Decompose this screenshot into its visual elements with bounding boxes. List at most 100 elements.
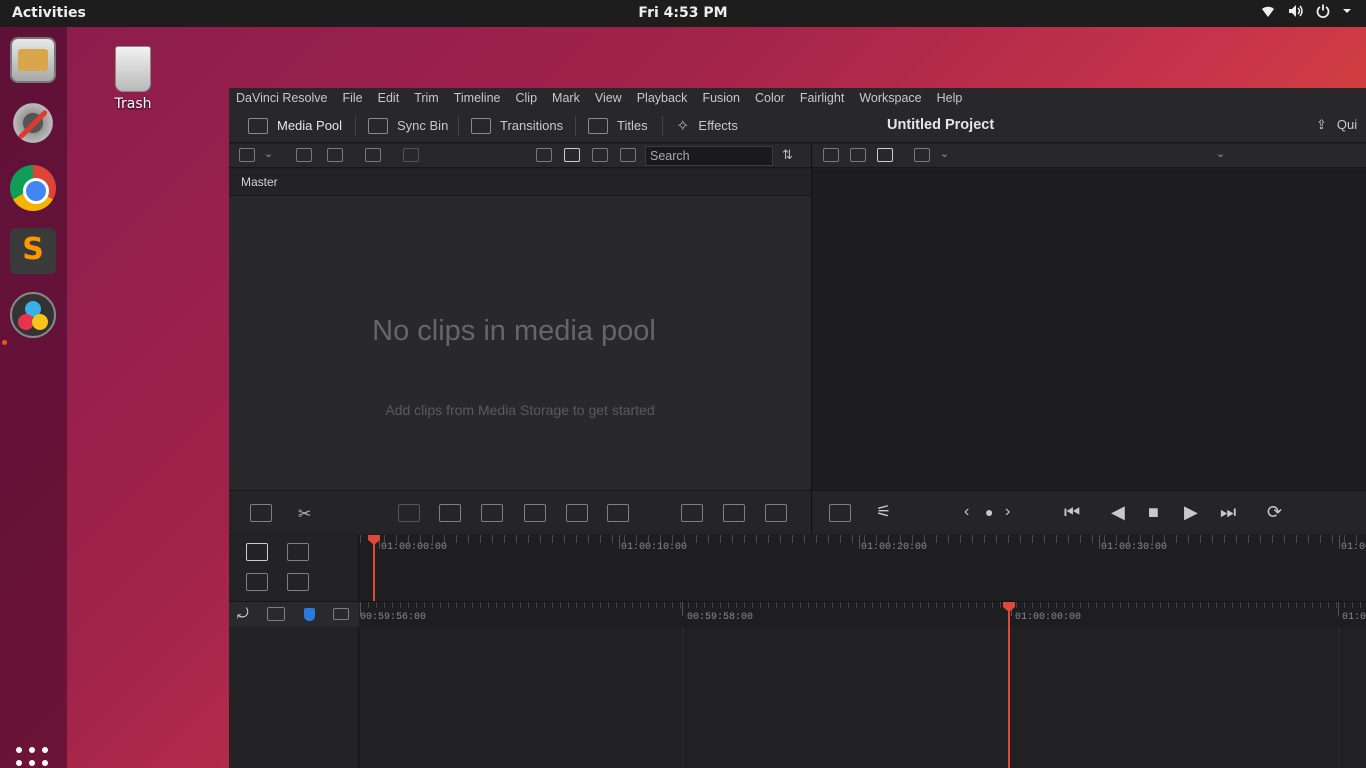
add-marker-icon[interactable] (333, 608, 349, 620)
place-on-top-icon[interactable] (524, 504, 546, 522)
lower-timeline-ruler[interactable]: 00:59:56:00 00:59:58:00 01:00:00:00 01:0 (360, 601, 1366, 627)
go-to-start-icon[interactable]: ⏮ (1064, 502, 1080, 522)
bin-header: Master (229, 169, 811, 196)
audio-track-icon[interactable] (287, 573, 309, 591)
smart-insert-icon[interactable] (250, 504, 272, 522)
sublime-text-app-icon[interactable] (10, 228, 56, 274)
append-icon[interactable] (398, 504, 420, 522)
new-bin-icon[interactable] (296, 148, 312, 162)
upper-playhead[interactable] (373, 541, 375, 601)
power-icon[interactable] (1316, 4, 1330, 22)
marker-flag-icon[interactable] (304, 608, 315, 621)
timeline-view-icon[interactable] (877, 148, 893, 162)
menu-workspace[interactable]: Workspace (859, 91, 921, 105)
menu-playback[interactable]: Playback (637, 91, 688, 105)
chrome-app-icon[interactable] (10, 165, 56, 211)
split-clip-icon[interactable] (607, 504, 629, 522)
sort-icon[interactable]: ⇅ (782, 147, 793, 163)
ripple-overwrite-icon[interactable] (439, 504, 461, 522)
jog-dot-icon[interactable]: ● (985, 502, 993, 522)
menu-fusion[interactable]: Fusion (702, 91, 740, 105)
play-reverse-icon[interactable]: ◀ (1111, 502, 1125, 522)
close-up-icon[interactable] (481, 504, 503, 522)
source-tape-icon[interactable] (850, 148, 866, 162)
quick-export-button[interactable]: ⇪ Qui (1316, 117, 1357, 133)
stop-icon[interactable]: ■ (1148, 502, 1159, 522)
position-lock-icon[interactable] (287, 543, 309, 561)
loop-icon[interactable]: ⟳ (1267, 502, 1282, 522)
source-overwrite-icon[interactable] (566, 504, 588, 522)
transport-controls: ⚟ ‹ ● › ⏮ ◀ ■ ▶ ⏭ ⟳ (812, 490, 1366, 534)
menu-davinci-resolve[interactable]: DaVinci Resolve (236, 91, 327, 105)
link-icon[interactable] (403, 148, 419, 162)
menu-mark[interactable]: Mark (552, 91, 580, 105)
menu-help[interactable]: Help (937, 91, 963, 105)
transitions-icon (471, 117, 491, 134)
bin-name[interactable]: Master (241, 175, 278, 189)
menu-timeline[interactable]: Timeline (454, 91, 501, 105)
source-clip-icon[interactable] (823, 148, 839, 162)
scissors-icon[interactable]: ✂ (298, 504, 311, 524)
chevron-down-icon[interactable]: ⌄ (940, 147, 949, 160)
filmstrip-view-icon[interactable] (592, 148, 608, 162)
next-edit-icon[interactable]: › (1005, 502, 1010, 522)
video-track-icon[interactable] (246, 573, 268, 591)
divider (458, 116, 459, 136)
chevron-down-icon[interactable] (1342, 4, 1352, 22)
davinci-resolve-app-icon[interactable] (10, 292, 56, 338)
timecode-label: 00:59:56:00 (360, 612, 427, 623)
menu-edit[interactable]: Edit (378, 91, 400, 105)
media-pool-toolbar: ⌄ ⇅ (229, 144, 811, 168)
relink-icon[interactable] (365, 148, 381, 162)
sliders-icon[interactable]: ⚟ (876, 502, 891, 522)
audio-waveform-icon[interactable] (765, 504, 787, 522)
timeline-track-area[interactable] (360, 607, 1366, 768)
menu-trim[interactable]: Trim (414, 91, 439, 105)
menu-view[interactable]: View (595, 91, 622, 105)
thumbnail-view-icon[interactable] (564, 148, 580, 162)
go-to-end-icon[interactable]: ⏭ (1220, 502, 1236, 522)
volume-icon[interactable] (1288, 4, 1304, 22)
search-input[interactable] (645, 146, 773, 166)
viewer-size-icon[interactable] (914, 148, 930, 162)
project-title: Untitled Project (887, 117, 995, 133)
lower-playhead[interactable] (1008, 607, 1010, 768)
divider (662, 116, 663, 136)
trash-desktop-icon[interactable]: Trash (100, 46, 166, 112)
media-pool-area[interactable]: No clips in media pool Add clips from Me… (229, 196, 811, 490)
trim-end-icon[interactable] (723, 504, 745, 522)
prev-edit-icon[interactable]: ‹ (964, 502, 969, 522)
tab-sync-bin[interactable]: Sync Bin (368, 108, 448, 143)
settings-app-icon[interactable] (10, 100, 56, 146)
timeline-tools: ⤾ (229, 601, 359, 627)
viewer[interactable] (812, 169, 1366, 490)
tab-transitions[interactable]: Transitions (471, 108, 563, 143)
trim-start-icon[interactable] (681, 504, 703, 522)
menu-fairlight[interactable]: Fairlight (800, 91, 844, 105)
play-icon[interactable]: ▶ (1184, 502, 1198, 522)
new-smart-bin-icon[interactable] (327, 148, 343, 162)
tab-media-pool[interactable]: Media Pool (248, 108, 342, 143)
menu-color[interactable]: Color (755, 91, 785, 105)
tab-titles[interactable]: Titles (588, 108, 648, 143)
snapping-icon[interactable]: ⤾ (237, 605, 249, 622)
audio-scrub-icon[interactable] (267, 607, 285, 621)
files-app-icon[interactable] (10, 37, 56, 83)
tab-effects[interactable]: ✧ Effects (676, 108, 738, 143)
upper-timeline-ruler[interactable]: 01:00:00:00 01:00:10:00 01:00:20:00 01:0… (360, 535, 1366, 601)
chevron-down-icon[interactable]: ⌄ (264, 147, 273, 160)
clock[interactable]: Fri 4:53 PM (0, 5, 1366, 21)
list-view-icon[interactable] (620, 148, 636, 162)
safe-area-icon[interactable] (829, 504, 851, 522)
menu-clip[interactable]: Clip (516, 91, 538, 105)
system-tray[interactable] (1260, 4, 1352, 22)
timecode-label: 00:59:58:00 (687, 612, 754, 623)
wifi-icon[interactable] (1260, 4, 1276, 22)
ruler-ticks (360, 602, 1366, 608)
metadata-view-icon[interactable] (536, 148, 552, 162)
show-applications-icon[interactable] (16, 747, 50, 768)
menu-file[interactable]: File (342, 91, 362, 105)
chevron-down-icon[interactable]: ⌄ (1216, 147, 1225, 160)
track-lock-icon[interactable] (246, 543, 268, 561)
bin-list-toggle-icon[interactable] (239, 148, 255, 162)
